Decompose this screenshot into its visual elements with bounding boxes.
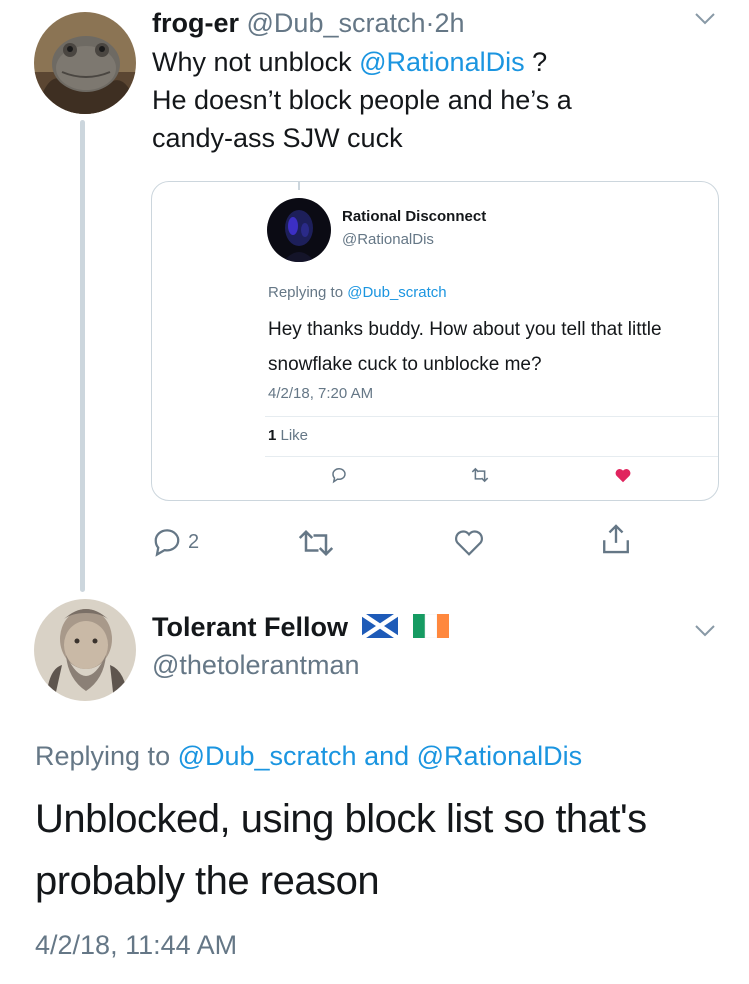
mention-rationaldis-link[interactable]: @RationalDis — [417, 741, 582, 771]
chevron-down-icon — [695, 13, 715, 25]
tweet2-display-name[interactable]: Tolerant Fellow — [152, 612, 348, 642]
tweet2-text-line2: probably the reason — [35, 859, 380, 903]
tweet1-text: Why not unblock @RationalDis ? He doesn’… — [152, 43, 712, 157]
quoted-replying-prefix: Replying to — [268, 284, 348, 301]
tweet2-text: Unblocked, using block list so that's pr… — [35, 788, 725, 912]
reply-icon — [154, 529, 180, 557]
tweet1-display-name[interactable]: frog-er — [152, 8, 239, 38]
quoted-handle[interactable]: @RationalDis — [342, 231, 434, 248]
mention-rationaldis-link[interactable]: @RationalDis — [359, 47, 524, 77]
tweet1-text-line3: candy-ass SJW cuck — [152, 123, 403, 153]
tweet1-text-line2: He doesn’t block people and he’s a — [152, 85, 572, 115]
quoted-text: Hey thanks buddy. How about you tell tha… — [268, 312, 718, 382]
tweet1-retweet-button[interactable] — [296, 528, 336, 563]
tweet1-dot-separator: · — [425, 8, 435, 38]
mention-dub-scratch-link[interactable]: @Dub_scratch — [178, 741, 357, 771]
tweet1-reply-count: 2 — [188, 530, 200, 553]
frog-er-avatar[interactable] — [34, 12, 136, 114]
tolerant-fellow-avatar-image — [34, 599, 136, 701]
quoted-like-count[interactable]: 1 Like — [268, 427, 308, 444]
quoted-text-line1: Hey thanks buddy. How about you tell tha… — [268, 319, 662, 340]
retweet-icon — [298, 529, 334, 557]
quoted-text-line2: snowflake cuck to unblocke me? — [268, 354, 542, 375]
quoted-replying-to: Replying to @Dub_scratch — [268, 284, 447, 301]
quoted-tweet-card[interactable]: Rational Disconnect @RationalDis Replyin… — [151, 181, 719, 501]
tweet2-date[interactable]: 4/2/18, 11:44 AM — [35, 930, 237, 961]
rational-disconnect-avatar-image — [267, 198, 331, 262]
quoted-display-name[interactable]: Rational Disconnect — [342, 208, 486, 225]
thread-connector-line — [80, 120, 85, 592]
quoted-thread-line — [298, 182, 300, 190]
tweet2-replying-to: Replying to @Dub_scratch and @RationalDi… — [35, 741, 582, 772]
tweet2-name-row: Tolerant Fellow — [152, 612, 450, 643]
tweet1-text-line1: Why not unblock @RationalDis ? — [152, 43, 712, 81]
tweet2-replying-and: and — [356, 741, 417, 771]
tweet2-handle[interactable]: @thetolerantman — [152, 650, 360, 681]
heart-filled-icon — [615, 469, 631, 483]
retweet-icon — [471, 467, 489, 483]
tweet1-handle[interactable]: @Dub_scratch — [247, 8, 426, 38]
chevron-down-icon — [695, 625, 715, 637]
tweet2-text-line1: Unblocked, using block list so that's — [35, 797, 647, 841]
tweet1-reply-button[interactable]: 2 — [152, 527, 199, 557]
quoted-divider-bottom — [265, 456, 718, 457]
tweet2-replying-prefix: Replying to — [35, 741, 178, 771]
quoted-date[interactable]: 4/2/18, 7:20 AM — [268, 385, 373, 402]
quoted-like-button[interactable] — [614, 467, 632, 488]
reply-icon — [332, 468, 346, 484]
tweet1-menu-button[interactable] — [694, 12, 716, 31]
quoted-like-label: Like — [276, 427, 309, 444]
mention-dub-scratch-link[interactable]: @Dub_scratch — [347, 284, 446, 301]
tweet1-share-button[interactable] — [600, 522, 632, 561]
quoted-reply-button[interactable] — [330, 466, 348, 489]
quoted-divider-top — [265, 416, 718, 417]
tweet1-time[interactable]: 2h — [435, 8, 465, 38]
tweet2-menu-button[interactable] — [694, 624, 716, 643]
tolerant-fellow-avatar[interactable] — [34, 599, 136, 701]
tweet1-text-prefix: Why not unblock — [152, 47, 360, 77]
tweet1-header: frog-er @Dub_scratch·2h — [152, 4, 465, 42]
tweet1-text-suffix: ? — [524, 47, 548, 77]
quoted-retweet-button[interactable] — [470, 466, 490, 489]
frog-avatar-image — [34, 12, 136, 114]
rational-disconnect-avatar[interactable] — [267, 198, 331, 262]
share-icon — [603, 524, 629, 554]
tweet1-like-button[interactable] — [452, 527, 486, 562]
heart-icon — [455, 530, 483, 556]
ireland-flag-icon — [413, 613, 450, 639]
scotland-flag-icon — [360, 612, 399, 640]
